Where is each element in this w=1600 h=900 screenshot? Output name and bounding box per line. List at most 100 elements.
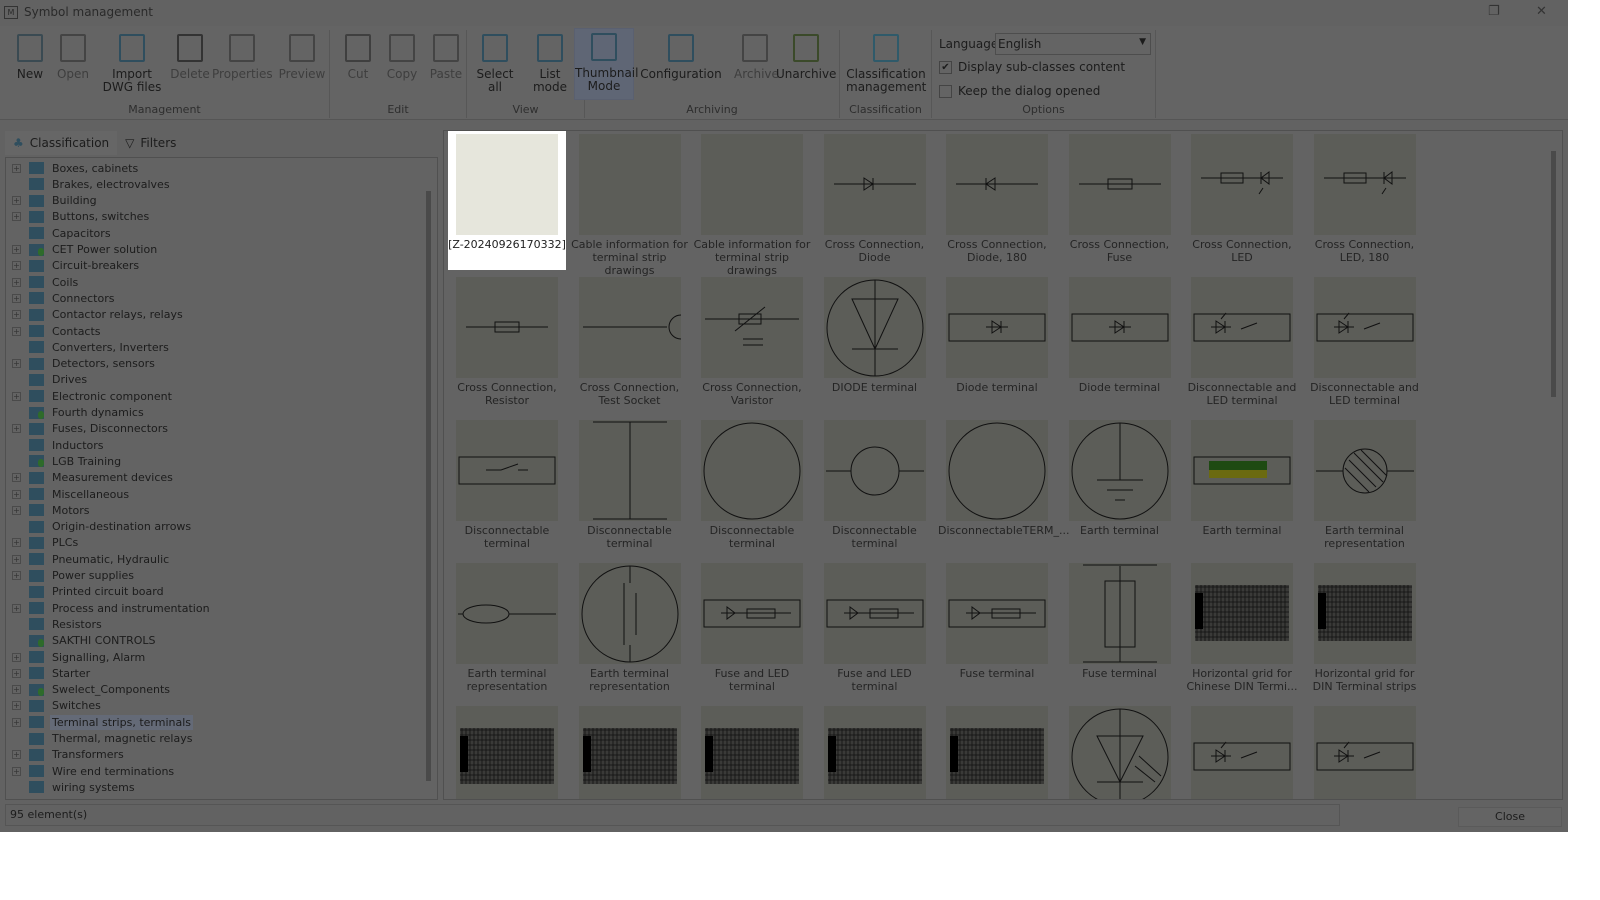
expand-icon[interactable]: + <box>12 473 21 483</box>
symbol-thumbnail[interactable]: Earth terminal representation <box>1306 416 1424 556</box>
tab-classification[interactable]: ♣ Classification <box>5 131 118 155</box>
symbol-thumbnail[interactable]: Cable information for terminal strip dra… <box>571 131 689 277</box>
symbol-thumbnail[interactable]: Disconnectable terminal <box>693 416 811 556</box>
close-window-icon[interactable]: ✕ <box>1536 4 1547 19</box>
expand-icon[interactable]: + <box>12 668 21 678</box>
expand-icon[interactable]: + <box>12 571 21 580</box>
tree-item[interactable]: + Circuit-breakers <box>12 258 141 274</box>
tree-scrollbar[interactable] <box>426 191 431 781</box>
expand-icon[interactable]: + <box>12 717 21 727</box>
expand-icon[interactable]: + <box>12 701 21 711</box>
expand-icon[interactable]: + <box>12 489 21 499</box>
symbol-thumbnail[interactable]: Fuse and LED terminal <box>693 559 811 699</box>
open-button[interactable]: Open <box>52 30 94 81</box>
language-select[interactable]: English ▼ <box>995 33 1151 55</box>
expand-icon[interactable]: + <box>12 326 21 336</box>
symbol-thumbnail[interactable]: DisconnectableTERM_... <box>938 416 1069 556</box>
expand-icon[interactable]: + <box>12 293 21 303</box>
expand-icon[interactable]: + <box>12 359 21 369</box>
grid-scrollbar[interactable] <box>1551 151 1556 397</box>
symbol-thumbnail[interactable]: Cross Connection, LED <box>1183 131 1301 270</box>
restore-icon[interactable]: ❐ <box>1488 4 1500 19</box>
symbol-thumbnail[interactable]: Disconnectable and LED terminal <box>1183 273 1301 413</box>
tree-item[interactable]: Converters, Inverters <box>12 339 171 355</box>
tree-item[interactable]: + Pneumatic, Hydraulic <box>12 551 171 567</box>
symbol-thumbnail[interactable]: Disconnectable and LED terminal <box>1306 273 1424 413</box>
symbol-thumbnail[interactable] <box>571 702 689 799</box>
symbol-thumbnail[interactable]: [Z-20240926170332] <box>448 131 566 270</box>
expand-icon[interactable]: + <box>12 603 21 613</box>
symbol-thumbnail[interactable]: Fuse terminal <box>1061 559 1179 699</box>
tree-item[interactable]: + Motors <box>12 502 92 518</box>
symbol-thumbnail[interactable] <box>693 702 811 799</box>
display-subclasses-checkbox[interactable]: ✔ Display sub-classes content <box>939 60 1125 74</box>
tree-item[interactable]: + Miscellaneous <box>12 486 131 502</box>
symbol-thumbnail[interactable] <box>1183 702 1301 799</box>
properties-button[interactable]: Properties <box>212 30 273 81</box>
tree-item[interactable]: + Contacts <box>12 323 103 339</box>
symbol-thumbnail[interactable]: Fuse and LED terminal <box>816 559 934 699</box>
symbol-thumbnail[interactable] <box>816 702 934 799</box>
tree-item[interactable]: Printed circuit board <box>12 584 166 600</box>
symbol-thumbnail[interactable]: Fuse terminal <box>938 559 1056 699</box>
tree-item[interactable]: + Boxes, cabinets <box>12 160 140 176</box>
symbol-thumbnail[interactable] <box>938 702 1056 799</box>
expand-icon[interactable]: + <box>12 505 21 515</box>
tree-item[interactable]: Origin-destination arrows <box>12 519 193 535</box>
expand-icon[interactable]: + <box>12 391 21 401</box>
new-button[interactable]: New <box>8 30 52 81</box>
symbol-thumbnail[interactable]: Cross Connection, Diode, 180 <box>938 131 1056 270</box>
tree-item[interactable]: LGB Training <box>12 453 123 469</box>
tree-item[interactable]: Fourth dynamics <box>12 405 146 421</box>
tree-item[interactable]: + Transformers <box>12 747 126 763</box>
symbol-thumbnail[interactable]: Disconnectable terminal <box>448 416 566 556</box>
symbol-thumbnail[interactable]: Earth terminal <box>1183 416 1301 556</box>
tree-item[interactable]: + Terminal strips, terminals <box>12 714 193 730</box>
symbol-thumbnail[interactable]: Cross Connection, Diode <box>816 131 934 270</box>
expand-icon[interactable]: + <box>12 277 21 287</box>
expand-icon[interactable]: + <box>12 310 21 320</box>
tree-item[interactable]: + Signalling, Alarm <box>12 649 147 665</box>
thumbnail-mode-button[interactable]: Thumbnail Mode <box>574 28 638 100</box>
symbol-thumbnail[interactable]: Disconnectable terminal <box>571 416 689 556</box>
symbol-thumbnail[interactable] <box>1306 702 1424 799</box>
keep-dialog-opened-checkbox[interactable]: Keep the dialog opened <box>939 84 1100 98</box>
tree-item[interactable]: Brakes, electrovalves <box>12 176 172 192</box>
symbol-thumbnail[interactable]: Diode terminal <box>938 273 1056 413</box>
preview-button[interactable]: Preview <box>278 30 326 81</box>
close-button[interactable]: Close <box>1458 807 1562 827</box>
symbol-thumbnail[interactable] <box>448 702 566 799</box>
select-all-button[interactable]: Select all <box>470 30 520 94</box>
tree-item[interactable]: Thermal, magnetic relays <box>12 731 194 747</box>
tree-item[interactable]: + Starter <box>12 665 92 681</box>
tree-item[interactable]: + Connectors <box>12 290 116 306</box>
symbol-thumbnail[interactable]: Cable information for terminal strip dra… <box>693 131 811 277</box>
tree-item[interactable]: + PLCs <box>12 535 80 551</box>
expand-icon[interactable]: + <box>12 196 21 206</box>
tree-item[interactable]: + Contactor relays, relays <box>12 307 185 323</box>
expand-icon[interactable]: + <box>12 685 21 695</box>
expand-icon[interactable]: + <box>12 424 21 434</box>
symbol-thumbnail[interactable]: Earth terminal representation <box>448 559 566 699</box>
expand-icon[interactable]: + <box>12 245 21 254</box>
symbol-thumbnail[interactable]: Earth terminal <box>1061 416 1179 556</box>
expand-icon[interactable]: + <box>12 766 21 776</box>
symbol-thumbnail[interactable]: Horizontal grid for Chinese DIN Termi... <box>1183 559 1301 699</box>
tree-item[interactable]: + Swelect_Components <box>12 682 172 698</box>
copy-button[interactable]: Copy <box>380 30 424 81</box>
expand-icon[interactable]: + <box>12 750 21 760</box>
tree-item[interactable]: + Detectors, sensors <box>12 356 157 372</box>
expand-icon[interactable]: + <box>12 261 21 271</box>
tree-item[interactable]: wiring systems <box>12 779 137 795</box>
tree-item[interactable]: Resistors <box>12 616 104 632</box>
symbol-thumbnail[interactable]: Diode terminal <box>1061 273 1179 413</box>
symbol-thumbnail[interactable]: Cross Connection, Resistor <box>448 273 566 413</box>
symbol-thumbnail[interactable]: Cross Connection, LED, 180 <box>1306 131 1424 270</box>
symbol-thumbnail[interactable]: Cross Connection, Test Socket <box>571 273 689 413</box>
symbol-thumbnail[interactable]: Cross Connection, Varistor <box>693 273 811 413</box>
tree-item[interactable]: + Switches <box>12 698 103 714</box>
tree-item[interactable]: + Process and instrumentation <box>12 600 212 616</box>
tree-item[interactable]: + Wire end terminations <box>12 763 176 779</box>
symbol-thumbnail[interactable]: DIODE terminal <box>816 273 934 413</box>
tree-item[interactable]: + Measurement devices <box>12 470 175 486</box>
